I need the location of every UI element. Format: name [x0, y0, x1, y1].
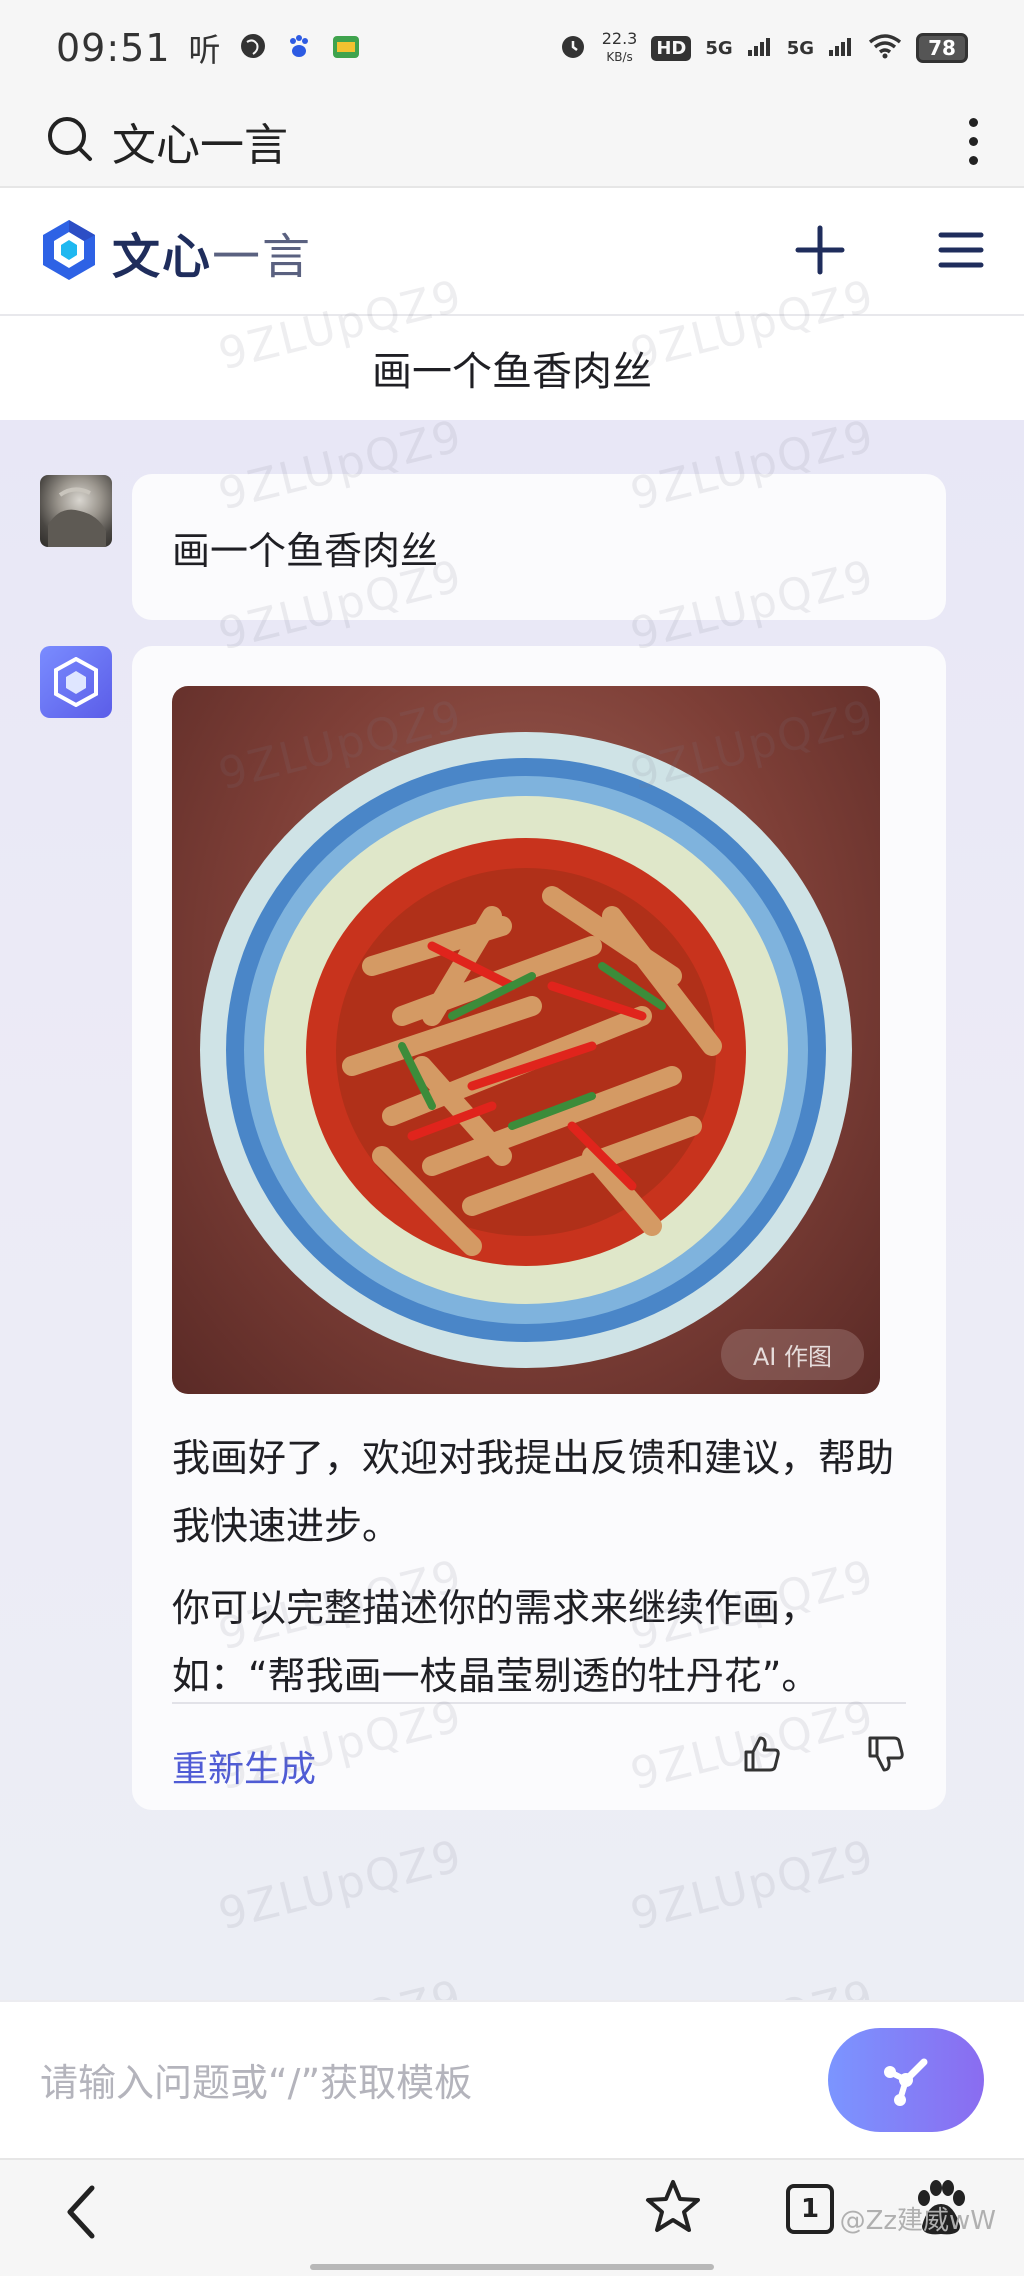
baidu-paw-icon: [285, 28, 313, 69]
send-icon: [884, 2058, 928, 2106]
thumbs-up-icon[interactable]: [742, 1734, 782, 1778]
chat-input[interactable]: 请输入问题或“/”获取模板: [40, 2052, 472, 2107]
regenerate-button[interactable]: 重新生成: [172, 1740, 316, 1792]
bot-paragraph-2: 你可以完整描述你的需求来继续作画，如：“帮我画一枝晶莹剔透的牡丹花”。: [172, 1586, 820, 1698]
status-time: 09:51: [56, 26, 171, 70]
chat-input-area: 请输入问题或“/”获取模板: [0, 2000, 1024, 2156]
feedback-actions: [742, 1734, 906, 1778]
battery-indicator: 78: [916, 33, 968, 63]
new-chat-button[interactable]: [794, 224, 846, 280]
wifi-icon: [868, 33, 902, 64]
network-speed: 22.3 KB/s: [602, 30, 638, 66]
network-5g-label-1: 5G: [705, 37, 733, 59]
home-indicator[interactable]: [310, 2264, 714, 2270]
ai-image-badge: AI 作图: [720, 1329, 864, 1380]
user-avatar[interactable]: [40, 475, 112, 547]
app-logo-text[interactable]: 文心一言: [112, 217, 312, 287]
wenxin-logo-icon[interactable]: [40, 218, 98, 286]
bot-message-bubble: AI 作图 我画好了，欢迎对我提出反馈和建议，帮助我快速进步。 你可以完整描述你…: [132, 646, 946, 1810]
thumbs-down-icon[interactable]: [866, 1734, 906, 1778]
network-5g-label-2: 5G: [786, 37, 814, 59]
message-divider: [172, 1702, 906, 1704]
conversation-title: 画一个鱼香肉丝: [0, 318, 1024, 418]
network-speed-unit: KB/s: [606, 50, 633, 64]
bot-paragraph-1: 我画好了，欢迎对我提出反馈和建议，帮助我快速进步。: [172, 1436, 895, 1548]
logo-text-bold: 文心: [112, 229, 213, 285]
menu-icon[interactable]: [938, 230, 984, 274]
status-bar: 09:51 听 22.3 KB/s HD 5G 5G 78: [0, 0, 1024, 96]
bot-avatar-icon: [40, 646, 112, 718]
back-icon[interactable]: [62, 2182, 102, 2246]
logo-text-light: 一言: [212, 229, 313, 285]
browser-search-title[interactable]: 文心一言: [112, 109, 288, 173]
network-speed-value: 22.3: [601, 29, 638, 48]
hd-badge: HD: [651, 35, 692, 61]
globe-icon: [239, 28, 267, 69]
user-message-text: 画一个鱼香肉丝: [172, 528, 439, 573]
search-icon[interactable]: [46, 115, 94, 167]
send-button[interactable]: [828, 2028, 984, 2132]
signal-icon-2: [828, 35, 854, 62]
listen-icon: 听: [188, 31, 221, 69]
app-notification-icon: [331, 28, 361, 69]
tab-count: 1: [786, 2184, 834, 2234]
bot-message-text: 我画好了，欢迎对我提出反馈和建议，帮助我快速进步。 你可以完整描述你的需求来继续…: [172, 1424, 912, 1710]
signal-icon-1: [747, 35, 773, 62]
user-message-bubble: 画一个鱼香肉丝: [132, 474, 946, 620]
chat-area: 画一个鱼香肉丝 AI 作图 我画好了，欢迎对我提出反馈和建议，帮助我快速进步。 …: [0, 420, 1024, 2000]
bookmark-star-icon[interactable]: [644, 2178, 702, 2240]
more-options-icon[interactable]: [969, 117, 978, 165]
weibo-watermark: @Zz建威wW: [839, 2206, 996, 2236]
alarm-icon: [558, 31, 588, 66]
tabs-button[interactable]: 1: [786, 2184, 834, 2234]
app-header: 文心一言: [0, 190, 1024, 316]
generated-food-image[interactable]: AI 作图: [172, 686, 880, 1394]
browser-address-bar[interactable]: 文心一言: [0, 96, 1024, 188]
